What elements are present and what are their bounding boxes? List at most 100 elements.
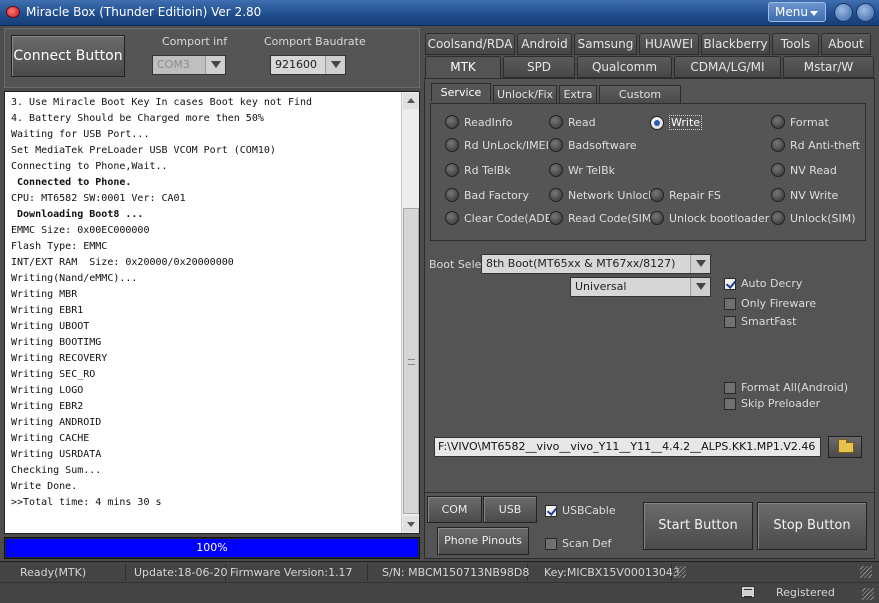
tab-qualcomm[interactable]: Qualcomm bbox=[577, 56, 672, 78]
tab-blackberry[interactable]: Blackberry bbox=[701, 33, 770, 55]
smartfast-checkbox[interactable]: SmartFast bbox=[724, 315, 796, 328]
radio-icon bbox=[650, 188, 664, 202]
com-scan-button[interactable]: COM Scan bbox=[427, 496, 482, 541]
usb-scan-button[interactable]: USB Scan bbox=[483, 496, 537, 541]
option-label: Badsoftware bbox=[568, 138, 637, 152]
auto-decry-checkbox[interactable]: Auto Decry bbox=[724, 277, 802, 290]
log-line: Writing LOGO bbox=[11, 385, 84, 396]
minimize-button[interactable] bbox=[834, 3, 853, 22]
option-rd-telbk[interactable]: Rd TelBk bbox=[445, 163, 511, 177]
tab-coolsand[interactable]: Coolsand/RDA bbox=[425, 33, 515, 55]
option-label: Rd TelBk bbox=[464, 163, 511, 177]
option-unlock-sim[interactable]: Unlock(SIM) bbox=[771, 211, 856, 225]
option-clear-code-adb[interactable]: Clear Code(ADB) bbox=[445, 211, 557, 225]
subtab-unlock-fix[interactable]: Unlock/Fix bbox=[493, 85, 557, 104]
option-label: Read Code(SIM) bbox=[568, 211, 656, 225]
resize-grip-icon[interactable] bbox=[862, 588, 874, 600]
option-read[interactable]: Read bbox=[549, 115, 596, 129]
tab-huawei[interactable]: HUAWEI bbox=[639, 33, 699, 55]
only-fireware-checkbox[interactable]: Only Fireware bbox=[724, 297, 816, 310]
scan-def-checkbox[interactable]: Scan Def bbox=[545, 537, 611, 550]
option-unlock-bootloader[interactable]: Unlock bootloader bbox=[650, 211, 769, 225]
radio-icon bbox=[445, 188, 459, 202]
scroll-up-icon[interactable] bbox=[403, 93, 419, 109]
tab-about[interactable]: About bbox=[821, 33, 871, 55]
option-nv-write[interactable]: NV Write bbox=[771, 188, 838, 202]
scroll-thumb[interactable] bbox=[403, 208, 419, 514]
phone-pinouts-button[interactable]: Phone Pinouts bbox=[437, 527, 529, 555]
checkbox-icon bbox=[724, 315, 736, 328]
status-state: Ready(MTK) bbox=[16, 564, 126, 581]
baudrate-value: 921600 bbox=[275, 58, 317, 71]
tab-tools[interactable]: Tools bbox=[772, 33, 819, 55]
dropdown-arrow-icon bbox=[325, 56, 345, 74]
log-output[interactable]: 3. Use Miracle Boot Key In cases Boot ke… bbox=[4, 91, 420, 534]
option-wr-telbk[interactable]: Wr TelBk bbox=[549, 163, 615, 177]
tab-mtk[interactable]: MTK bbox=[425, 56, 501, 78]
checkbox-label: Format All(Android) bbox=[741, 381, 849, 394]
firmware-path-input[interactable]: F:\VIVO\MT6582__vivo__vivo_Y11__Y11__4.4… bbox=[434, 437, 821, 457]
log-line: 3. Use Miracle Boot Key In cases Boot ke… bbox=[11, 97, 313, 108]
checkbox-icon bbox=[724, 397, 736, 410]
radio-icon bbox=[771, 188, 785, 202]
option-bad-factory[interactable]: Bad Factory bbox=[445, 188, 529, 202]
mode-select[interactable]: Universal bbox=[570, 277, 711, 297]
comport-select[interactable]: COM3 bbox=[152, 55, 226, 75]
boot-select[interactable]: 8th Boot(MT65xx & MT67xx/8127) bbox=[481, 254, 711, 274]
app-logo-icon bbox=[6, 6, 20, 18]
subtab-service[interactable]: Service bbox=[431, 83, 491, 102]
log-line: INT/EXT RAM Size: 0x20000/0x20000000 bbox=[11, 257, 234, 268]
radio-icon bbox=[445, 138, 459, 152]
tab-mstar[interactable]: Mstar/W bbox=[783, 56, 874, 78]
dropdown-arrow-icon bbox=[690, 278, 710, 296]
option-write[interactable]: Write bbox=[650, 115, 703, 130]
skip-preloader-checkbox[interactable]: Skip Preloader bbox=[724, 397, 820, 410]
option-repair-fs[interactable]: Repair FS bbox=[650, 188, 721, 202]
option-label: Wr TelBk bbox=[568, 163, 615, 177]
checkbox-label: Scan Def bbox=[562, 537, 612, 550]
browse-folder-button[interactable] bbox=[828, 436, 862, 458]
format-all-checkbox[interactable]: Format All(Android) bbox=[724, 381, 848, 394]
vendor-tabs: Coolsand/RDA Android Samsung HUAWEI Blac… bbox=[420, 28, 879, 78]
subtab-custom-setting[interactable]: Custom Setting bbox=[599, 85, 681, 118]
status-key: Key:MICBX15V00013043 bbox=[540, 564, 680, 581]
menu-button[interactable]: Menu bbox=[768, 2, 826, 22]
tab-android[interactable]: Android bbox=[517, 33, 572, 55]
keyboard-icon bbox=[741, 586, 755, 598]
option-nv-read[interactable]: NV Read bbox=[771, 163, 837, 177]
stop-button[interactable]: Stop Button bbox=[757, 502, 867, 550]
connection-panel: Connect Button Comport inf COM3 Comport … bbox=[4, 28, 420, 88]
option-label: Bad Factory bbox=[464, 188, 529, 202]
comport-value: COM3 bbox=[157, 58, 190, 71]
option-label: Repair FS bbox=[669, 188, 721, 202]
tab-samsung[interactable]: Samsung bbox=[574, 33, 637, 55]
option-badsoftware[interactable]: Badsoftware bbox=[549, 138, 637, 152]
subtab-extra[interactable]: Extra bbox=[559, 85, 597, 104]
grip-icon bbox=[674, 566, 686, 578]
tab-spd[interactable]: SPD bbox=[503, 56, 575, 78]
progress-label: 100% bbox=[196, 541, 228, 554]
option-rd-anti-theft[interactable]: Rd Anti-theft bbox=[771, 138, 860, 152]
option-format[interactable]: Format bbox=[771, 115, 829, 129]
option-read-code-sim[interactable]: Read Code(SIM) bbox=[549, 211, 656, 225]
option-label: NV Read bbox=[790, 163, 837, 177]
checkbox-checked-icon bbox=[545, 504, 557, 517]
progress-bar: 100% bbox=[4, 537, 420, 559]
baudrate-select[interactable]: 921600 bbox=[270, 55, 346, 75]
checkbox-checked-icon bbox=[724, 277, 736, 290]
connect-button[interactable]: Connect Button bbox=[11, 35, 125, 77]
log-line: Writing MBR bbox=[11, 289, 78, 300]
radio-icon bbox=[445, 211, 459, 225]
log-line: CPU: MT6582 SW:0001 Ver: CA01 bbox=[11, 193, 186, 204]
log-line: Writing(Nand/eMMC)... bbox=[11, 273, 138, 284]
option-rd-unlock-imei[interactable]: Rd UnLock/IMEI bbox=[445, 138, 549, 152]
log-line: Write Done. bbox=[11, 481, 78, 492]
tab-cdma-lg-mi[interactable]: CDMA/LG/MI bbox=[674, 56, 781, 78]
log-scrollbar[interactable] bbox=[401, 92, 419, 533]
usb-cable-checkbox[interactable]: USBCable bbox=[545, 504, 616, 517]
option-readinfo[interactable]: ReadInfo bbox=[445, 115, 512, 129]
scroll-down-icon[interactable] bbox=[403, 516, 419, 532]
close-button[interactable] bbox=[856, 3, 875, 22]
option-network-unlock[interactable]: Network Unlock bbox=[549, 188, 655, 202]
start-button[interactable]: Start Button bbox=[643, 502, 753, 550]
